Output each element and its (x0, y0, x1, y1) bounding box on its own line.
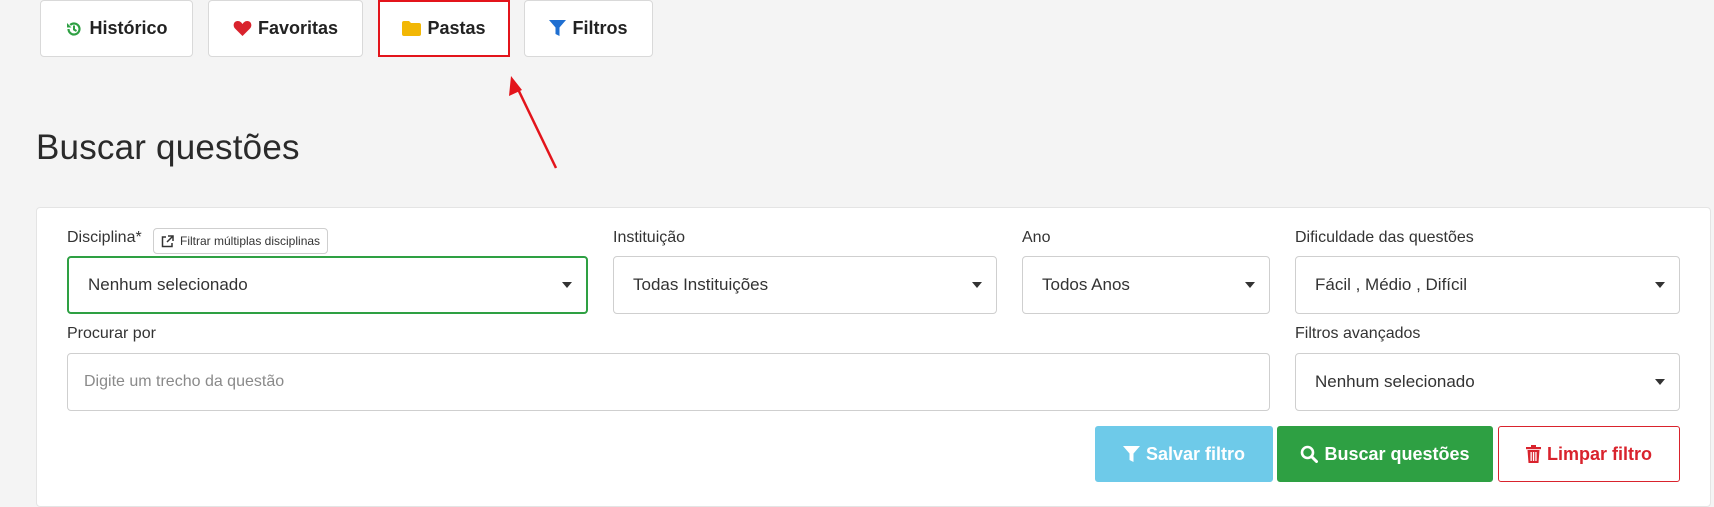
save-filter-label: Salvar filtro (1145, 443, 1246, 464)
avancados-label: Filtros avançados (1295, 325, 1421, 342)
tab-filtros[interactable]: Filtros (524, 0, 653, 57)
dificuldade-label: Dificuldade das questões (1295, 229, 1474, 246)
multi-discipline-button[interactable]: Filtrar múltiplas disciplinas (153, 228, 329, 254)
history-icon (67, 21, 82, 36)
disciplina-value: Nenhum selecionado (88, 275, 248, 294)
tab-label: Pastas (427, 18, 486, 38)
disciplina-select[interactable]: Nenhum selecionado (67, 256, 588, 314)
tab-label: Filtros (572, 18, 628, 38)
trash-icon (1525, 445, 1541, 463)
multi-discipline-label: Filtrar múltiplas disciplinas (180, 234, 321, 248)
procurar-label: Procurar por (67, 325, 156, 342)
instituicao-label: Instituição (613, 229, 686, 246)
search-input[interactable] (67, 353, 1270, 411)
instituicao-value: Todas Instituições (633, 275, 769, 294)
disciplina-label: Disciplina* (67, 229, 142, 246)
instituicao-select[interactable]: Todas Instituições (613, 256, 997, 314)
dificuldade-value: Fácil , Médio , Difícil (1315, 275, 1468, 294)
save-filter-button[interactable]: Salvar filtro (1095, 426, 1273, 482)
caret-down-icon (562, 282, 572, 288)
tab-label: Histórico (89, 18, 168, 38)
tab-pastas[interactable]: Pastas (378, 0, 510, 57)
tab-label: Favoritas (257, 18, 339, 38)
filter-icon (1122, 445, 1140, 462)
avancados-value: Nenhum selecionado (1315, 372, 1475, 391)
tab-favoritas[interactable]: Favoritas (208, 0, 363, 57)
search-questions-button[interactable]: Buscar questões (1277, 426, 1493, 482)
clear-filter-label: Limpar filtro (1546, 443, 1652, 464)
clear-filter-button[interactable]: Limpar filtro (1498, 426, 1680, 482)
ano-select[interactable]: Todos Anos (1022, 256, 1270, 314)
caret-down-icon (1245, 282, 1255, 288)
folder-icon (402, 21, 422, 36)
caret-down-icon (1655, 282, 1665, 288)
page-title: Buscar questões (36, 128, 300, 167)
search-questions-label: Buscar questões (1324, 443, 1470, 464)
dificuldade-select[interactable]: Fácil , Médio , Difícil (1295, 256, 1680, 314)
tab-historico[interactable]: Histórico (40, 0, 193, 57)
search-icon (1301, 445, 1319, 463)
advanced-filters-select[interactable]: Nenhum selecionado (1295, 353, 1680, 411)
caret-down-icon (972, 282, 982, 288)
external-link-icon (161, 234, 174, 247)
ano-value: Todos Anos (1042, 275, 1130, 294)
heart-icon (233, 21, 252, 36)
filter-icon (549, 20, 567, 36)
caret-down-icon (1655, 379, 1665, 385)
ano-label: Ano (1022, 229, 1051, 246)
